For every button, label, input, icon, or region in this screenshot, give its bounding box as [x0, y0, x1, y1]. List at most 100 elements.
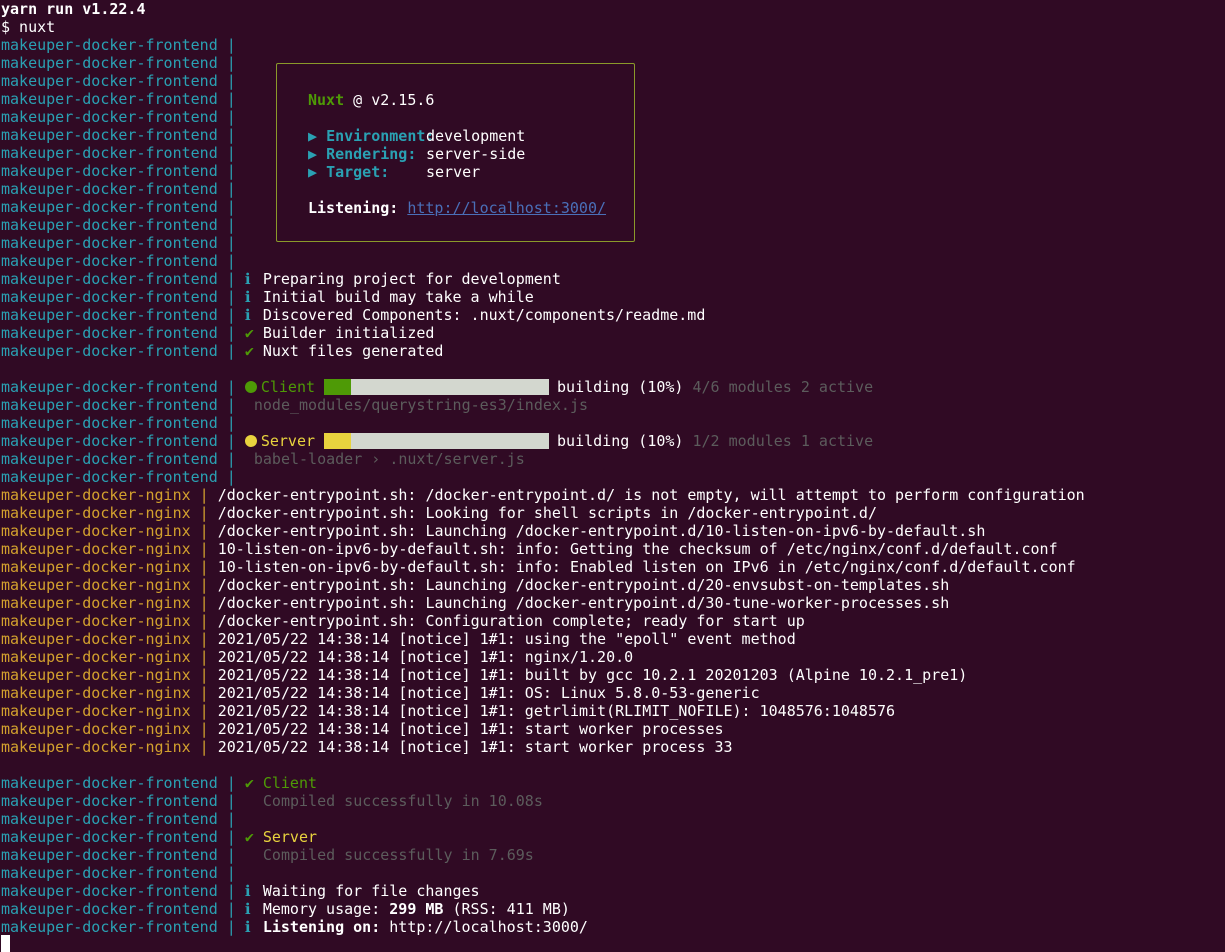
log-message: Builder initialized: [262, 324, 435, 342]
command-line: $ nuxt: [1, 18, 56, 36]
log-detail: Compiled successfully in 10.08s: [244, 792, 543, 810]
listening-url-link[interactable]: http://localhost:3000/: [407, 199, 606, 217]
listening-label: Listening:: [308, 199, 399, 217]
nuxt-version: @ v2.15.6: [353, 91, 435, 109]
container-prefix: makeuper-docker-frontend |: [1, 306, 236, 324]
nuxt-version-line: Nuxt @ v2.15.6: [308, 91, 434, 109]
log-line: makeuper-docker-nginx | 2021/05/22 14:38…: [1, 666, 967, 684]
log-detail: babel-loader › .nuxt/server.js: [244, 450, 525, 468]
log-line: makeuper-docker-frontend |: [1, 198, 245, 216]
log-message: 2021/05/22 14:38:14 [notice] 1#1: using …: [217, 630, 796, 648]
container-prefix: makeuper-docker-nginx |: [1, 594, 209, 612]
log-detail: Compiled successfully in 7.69s: [244, 846, 534, 864]
log-message-part: Memory usage:: [262, 900, 390, 918]
target-line: ▶ Target: server: [308, 163, 480, 181]
log-line: makeuper-docker-nginx | /docker-entrypoi…: [1, 594, 949, 612]
log-message: Client: [262, 774, 318, 792]
log-line: makeuper-docker-nginx | 2021/05/22 14:38…: [1, 720, 723, 738]
yarn-version-line: yarn run v1.22.4: [1, 0, 146, 18]
container-prefix: makeuper-docker-frontend |: [1, 810, 236, 828]
log-message: 2021/05/22 14:38:14 [notice] 1#1: built …: [217, 666, 968, 684]
arrow-icon: ▶: [308, 163, 318, 181]
container-prefix: makeuper-docker-frontend |: [1, 108, 236, 126]
environment-label: Environment:: [326, 127, 435, 145]
log-line: makeuper-docker-frontend | node_modules/…: [1, 396, 588, 414]
info-icon: ℹ: [244, 900, 251, 918]
container-prefix: makeuper-docker-frontend |: [1, 324, 236, 342]
container-prefix: makeuper-docker-frontend |: [1, 144, 236, 162]
log-line: makeuper-docker-frontend |: [1, 234, 245, 252]
log-line: makeuper-docker-frontend | ✔ Server: [1, 828, 317, 846]
info-icon: ℹ: [244, 270, 251, 288]
progress-bar: [324, 433, 550, 449]
log-line: makeuper-docker-frontend | ℹ Memory usage…: [1, 900, 570, 918]
log-message: /docker-entrypoint.sh: Looking for shell…: [217, 504, 877, 522]
log-line: makeuper-docker-frontend | Compiled succ…: [1, 846, 534, 864]
container-prefix: makeuper-docker-frontend |: [1, 468, 236, 486]
container-prefix: makeuper-docker-frontend |: [1, 918, 236, 936]
container-prefix: makeuper-docker-frontend |: [1, 900, 236, 918]
status-dot-icon: [244, 381, 257, 393]
container-prefix: makeuper-docker-nginx |: [1, 630, 209, 648]
container-prefix: makeuper-docker-nginx |: [1, 612, 209, 630]
log-line: makeuper-docker-frontend |: [1, 108, 245, 126]
progress-bar: [324, 379, 550, 395]
container-prefix: makeuper-docker-nginx |: [1, 738, 209, 756]
rendering-label: Rendering:: [326, 145, 417, 163]
log-message: /docker-entrypoint.sh: Launching /docker…: [217, 522, 986, 540]
container-prefix: makeuper-docker-nginx |: [1, 648, 209, 666]
log-line: makeuper-docker-nginx | 10-listen-on-ipv…: [1, 540, 1058, 558]
log-line: makeuper-docker-frontend |: [1, 180, 245, 198]
arrow-icon: ▶: [308, 127, 318, 145]
environment-value: development: [426, 127, 526, 145]
target-label: Target:: [326, 163, 390, 181]
container-prefix: makeuper-docker-frontend |: [1, 432, 236, 450]
log-line: makeuper-docker-frontend | ℹ Waiting for …: [1, 882, 480, 900]
log-message-part: 299 MB: [389, 900, 444, 918]
rendering-line: ▶ Rendering: server-side: [308, 145, 525, 163]
log-line: makeuper-docker-frontend | ℹ Preparing pr…: [1, 270, 561, 288]
container-prefix: makeuper-docker-frontend |: [1, 72, 236, 90]
check-icon: ✔: [244, 828, 254, 846]
progress-detail: 1/2 modules 1 active: [692, 432, 874, 450]
container-prefix: makeuper-docker-nginx |: [1, 558, 209, 576]
container-prefix: makeuper-docker-frontend |: [1, 396, 236, 414]
container-prefix: makeuper-docker-frontend |: [1, 90, 236, 108]
info-icon: ℹ: [244, 306, 251, 324]
check-icon: ✔: [244, 342, 254, 360]
log-line: makeuper-docker-nginx | /docker-entrypoi…: [1, 486, 1085, 504]
container-prefix: makeuper-docker-nginx |: [1, 540, 209, 558]
container-prefix: makeuper-docker-frontend |: [1, 234, 236, 252]
listening-line: Listening: http://localhost:3000/: [308, 199, 606, 217]
log-line: makeuper-docker-frontend |: [1, 810, 245, 828]
log-detail: node_modules/querystring-es3/index.js: [244, 396, 589, 414]
terminal-output[interactable]: yarn run v1.22.4 $ nuxt makeuper-docker-…: [1, 0, 1225, 952]
container-prefix: makeuper-docker-frontend |: [1, 270, 236, 288]
log-line: makeuper-docker-frontend |: [1, 216, 245, 234]
log-message: /docker-entrypoint.sh: Launching /docker…: [217, 594, 950, 612]
container-prefix: makeuper-docker-nginx |: [1, 666, 209, 684]
log-line: makeuper-docker-frontend | ✔ Nuxt files g…: [1, 342, 443, 360]
log-line: makeuper-docker-frontend | ℹ Discovered C…: [1, 306, 705, 324]
log-message: Waiting for file changes: [262, 882, 480, 900]
container-prefix: makeuper-docker-frontend |: [1, 216, 236, 234]
status-dot-icon: [244, 435, 257, 447]
progress-name: Server: [260, 432, 316, 450]
progress-bar-fill: [324, 433, 352, 449]
log-message: Initial build may take a while: [262, 288, 534, 306]
info-icon: ℹ: [244, 288, 251, 306]
log-line: makeuper-docker-frontend |: [1, 144, 245, 162]
container-prefix: makeuper-docker-frontend |: [1, 342, 236, 360]
log-line: makeuper-docker-frontend |: [1, 414, 245, 432]
log-message: Server: [262, 828, 318, 846]
container-prefix: makeuper-docker-frontend |: [1, 252, 236, 270]
environment-line: ▶ Environment:development: [308, 127, 525, 145]
log-line: makeuper-docker-nginx | 2021/05/22 14:38…: [1, 648, 633, 666]
log-line: makeuper-docker-nginx | /docker-entrypoi…: [1, 504, 877, 522]
log-line: makeuper-docker-nginx | 2021/05/22 14:38…: [1, 630, 796, 648]
log-line: makeuper-docker-nginx | 2021/05/22 14:38…: [1, 684, 760, 702]
container-prefix: makeuper-docker-nginx |: [1, 486, 209, 504]
container-prefix: makeuper-docker-frontend |: [1, 162, 236, 180]
log-line: makeuper-docker-frontend | ℹ Listening on…: [1, 918, 588, 936]
log-message-part: http://localhost:3000/: [380, 918, 588, 936]
